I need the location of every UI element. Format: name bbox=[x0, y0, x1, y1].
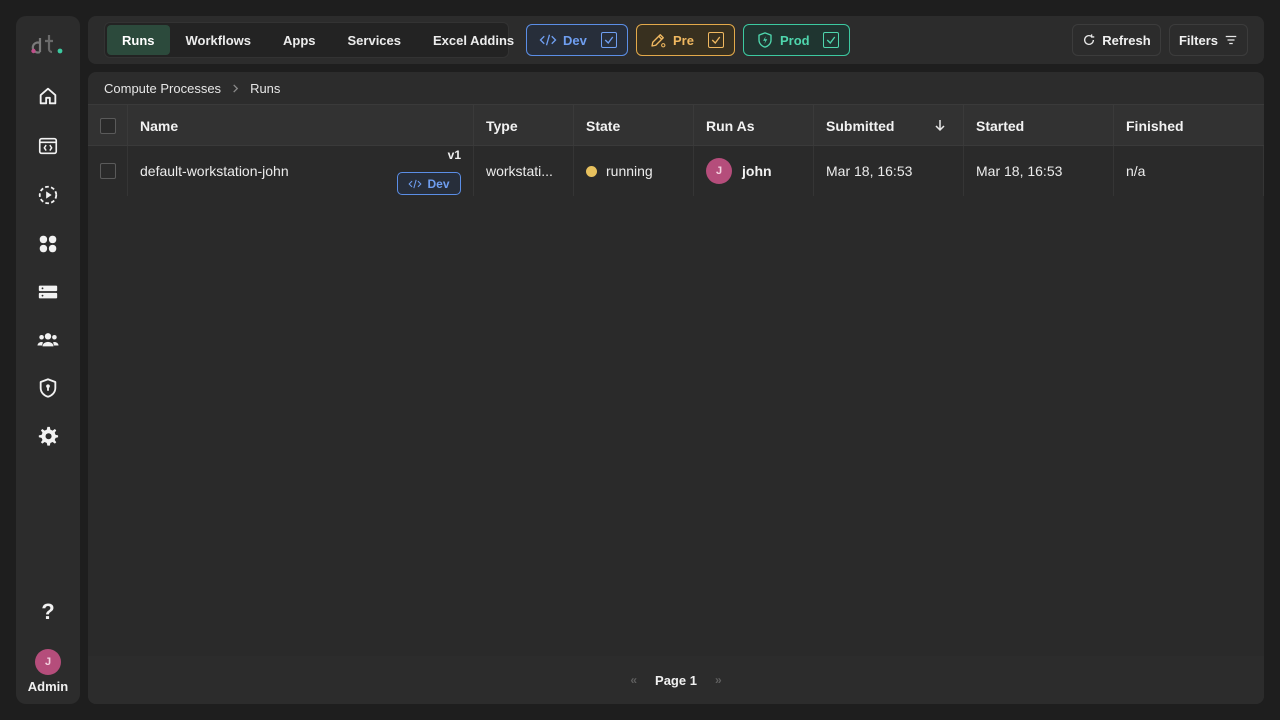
check-icon bbox=[604, 36, 614, 45]
table-header: Name Type State Run As Submitted Started… bbox=[88, 105, 1264, 146]
gear-icon[interactable] bbox=[28, 416, 68, 456]
env-dev-label: Dev bbox=[563, 32, 587, 48]
sidebar: ? J Admin bbox=[16, 16, 80, 704]
column-header-run-as[interactable]: Run As bbox=[694, 105, 814, 146]
code-icon bbox=[539, 34, 557, 46]
shield-bolt-icon bbox=[758, 32, 772, 48]
header-checkbox-cell bbox=[88, 105, 128, 146]
column-header-started[interactable]: Started bbox=[964, 105, 1114, 146]
column-header-name[interactable]: Name bbox=[128, 105, 474, 146]
filters-button[interactable]: Filters bbox=[1169, 24, 1248, 56]
env-prod-checkbox[interactable] bbox=[823, 32, 839, 48]
tab-apps[interactable]: Apps bbox=[267, 25, 332, 55]
user-role-label: Admin bbox=[27, 679, 69, 694]
chevron-right-icon bbox=[231, 83, 240, 93]
code-window-icon[interactable] bbox=[28, 126, 68, 166]
version-label: v1 bbox=[447, 148, 461, 162]
user-avatar[interactable]: J bbox=[35, 649, 61, 675]
status-dot bbox=[586, 165, 597, 177]
cell-finished: n/a bbox=[1114, 146, 1264, 196]
code-icon bbox=[408, 179, 423, 188]
column-header-submitted-label: Submitted bbox=[826, 117, 895, 134]
breadcrumb-compute-processes[interactable]: Compute Processes bbox=[104, 81, 221, 96]
top-bar: Runs Workflows Apps Services Excel Addin… bbox=[88, 16, 1264, 64]
env-pre-label: Pre bbox=[673, 32, 694, 48]
cell-run-as: J john bbox=[694, 146, 814, 196]
help-icon[interactable]: ? bbox=[28, 592, 68, 632]
cell-type: workstati... bbox=[474, 146, 574, 196]
env-badge-label: Dev bbox=[427, 176, 450, 191]
apps-grid-icon[interactable] bbox=[28, 224, 68, 264]
row-checkbox-cell bbox=[88, 146, 128, 196]
shield-lock-icon[interactable] bbox=[28, 368, 68, 408]
env-filter-dev[interactable]: Dev bbox=[526, 24, 628, 56]
refresh-icon bbox=[1084, 34, 1095, 46]
column-header-type[interactable]: Type bbox=[474, 105, 574, 146]
breadcrumb-runs: Runs bbox=[250, 80, 281, 96]
check-icon bbox=[711, 36, 721, 45]
select-all-checkbox[interactable] bbox=[99, 117, 116, 134]
env-filter-pre[interactable]: Pre bbox=[636, 24, 735, 56]
home-icon[interactable] bbox=[28, 76, 68, 116]
pencil-icon bbox=[651, 34, 666, 48]
main-panel: Compute Processes Runs Name Type State R… bbox=[88, 72, 1264, 704]
cell-submitted: Mar 18, 16:53 bbox=[814, 146, 964, 196]
view-tabs: Runs Workflows Apps Services Excel Addin… bbox=[104, 22, 514, 58]
run-name[interactable]: default-workstation-john bbox=[140, 163, 289, 179]
runs-table: Name Type State Run As Submitted Started… bbox=[88, 104, 1264, 656]
tab-excel-addins[interactable]: Excel Addins bbox=[417, 25, 530, 55]
tab-services[interactable]: Services bbox=[332, 25, 418, 55]
refresh-button[interactable]: Refresh bbox=[1072, 24, 1161, 56]
column-header-submitted[interactable]: Submitted bbox=[814, 105, 964, 146]
users-icon[interactable] bbox=[28, 320, 68, 360]
env-dev-checkbox[interactable] bbox=[601, 32, 617, 48]
tab-runs[interactable]: Runs bbox=[107, 25, 170, 55]
next-page-button[interactable]: » bbox=[715, 673, 722, 687]
filters-label: Filters bbox=[1178, 32, 1218, 48]
run-as-user: john bbox=[742, 163, 772, 179]
tab-workflows[interactable]: Workflows bbox=[170, 25, 268, 55]
sort-descending-icon[interactable] bbox=[933, 118, 947, 132]
check-icon bbox=[826, 36, 836, 45]
env-prod-label: Prod bbox=[780, 32, 810, 48]
pagination: « Page 1 » bbox=[88, 656, 1264, 704]
row-checkbox[interactable] bbox=[99, 163, 116, 179]
refresh-label: Refresh bbox=[1102, 32, 1151, 48]
env-badge-dev: Dev bbox=[397, 172, 461, 195]
cell-state: running bbox=[574, 146, 694, 196]
cell-started: Mar 18, 16:53 bbox=[964, 146, 1114, 196]
status-label: running bbox=[606, 163, 653, 179]
play-circle-icon[interactable] bbox=[28, 175, 68, 215]
column-header-state[interactable]: State bbox=[574, 105, 694, 146]
env-filter-prod[interactable]: Prod bbox=[743, 24, 850, 56]
breadcrumb: Compute Processes Runs bbox=[104, 80, 280, 96]
server-icon[interactable] bbox=[28, 272, 68, 312]
env-pre-checkbox[interactable] bbox=[708, 32, 724, 48]
page-indicator: Page 1 bbox=[655, 672, 697, 688]
prev-page-button[interactable]: « bbox=[630, 673, 637, 687]
cell-name: default-workstation-john v1 Dev bbox=[128, 146, 474, 196]
logo[interactable] bbox=[30, 30, 68, 58]
table-row[interactable]: default-workstation-john v1 Dev workstat… bbox=[88, 146, 1264, 196]
avatar: J bbox=[706, 158, 732, 184]
filter-lines-icon bbox=[1225, 35, 1237, 45]
column-header-finished[interactable]: Finished bbox=[1114, 105, 1264, 146]
